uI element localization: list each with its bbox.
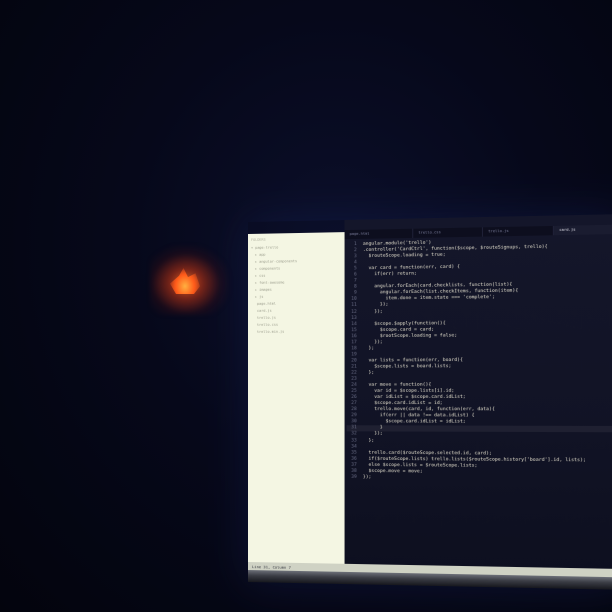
tab-bar: page.html trello.css trello.js card.js (344, 224, 612, 240)
photo-scene: FOLDERS ▾ page-trello ▸ app ▸ angular-comp… (0, 0, 612, 612)
code-text: $scope.move = move; (362, 468, 423, 475)
sidebar-header: FOLDERS (250, 237, 266, 242)
code-text: }; (362, 370, 375, 376)
code-text: if(err) return; (362, 271, 417, 278)
line-number: 39 (351, 474, 357, 480)
code-editor: page.html trello.css trello.js card.js 1… (344, 214, 612, 578)
tab-page-html[interactable]: page.html (344, 228, 414, 240)
code-text: }; (362, 437, 375, 444)
tab-trello-css[interactable]: trello.css (413, 227, 484, 238)
code-text: }; (362, 345, 375, 352)
status-text: Line 31, Column 7 (251, 563, 291, 570)
code-text: }); (362, 309, 383, 315)
code-area[interactable]: 1 angular.module('trello') 2 .controller('C… (346, 237, 612, 484)
file-sidebar: FOLDERS ▾ page-trello ▸ app ▸ angular-comp… (248, 232, 345, 572)
code-line: 39}); (347, 475, 612, 484)
tab-trello-js[interactable]: trello.js (483, 225, 554, 237)
tab-card-js[interactable]: card.js (553, 224, 612, 236)
monitor-screen: FOLDERS ▾ page-trello ▸ app ▸ angular-comp… (248, 214, 612, 590)
sidebar-item[interactable]: trello.min.js (251, 328, 342, 336)
code-text: $scope.lists = board.lists; (362, 364, 452, 370)
code-text: }); (362, 474, 372, 480)
